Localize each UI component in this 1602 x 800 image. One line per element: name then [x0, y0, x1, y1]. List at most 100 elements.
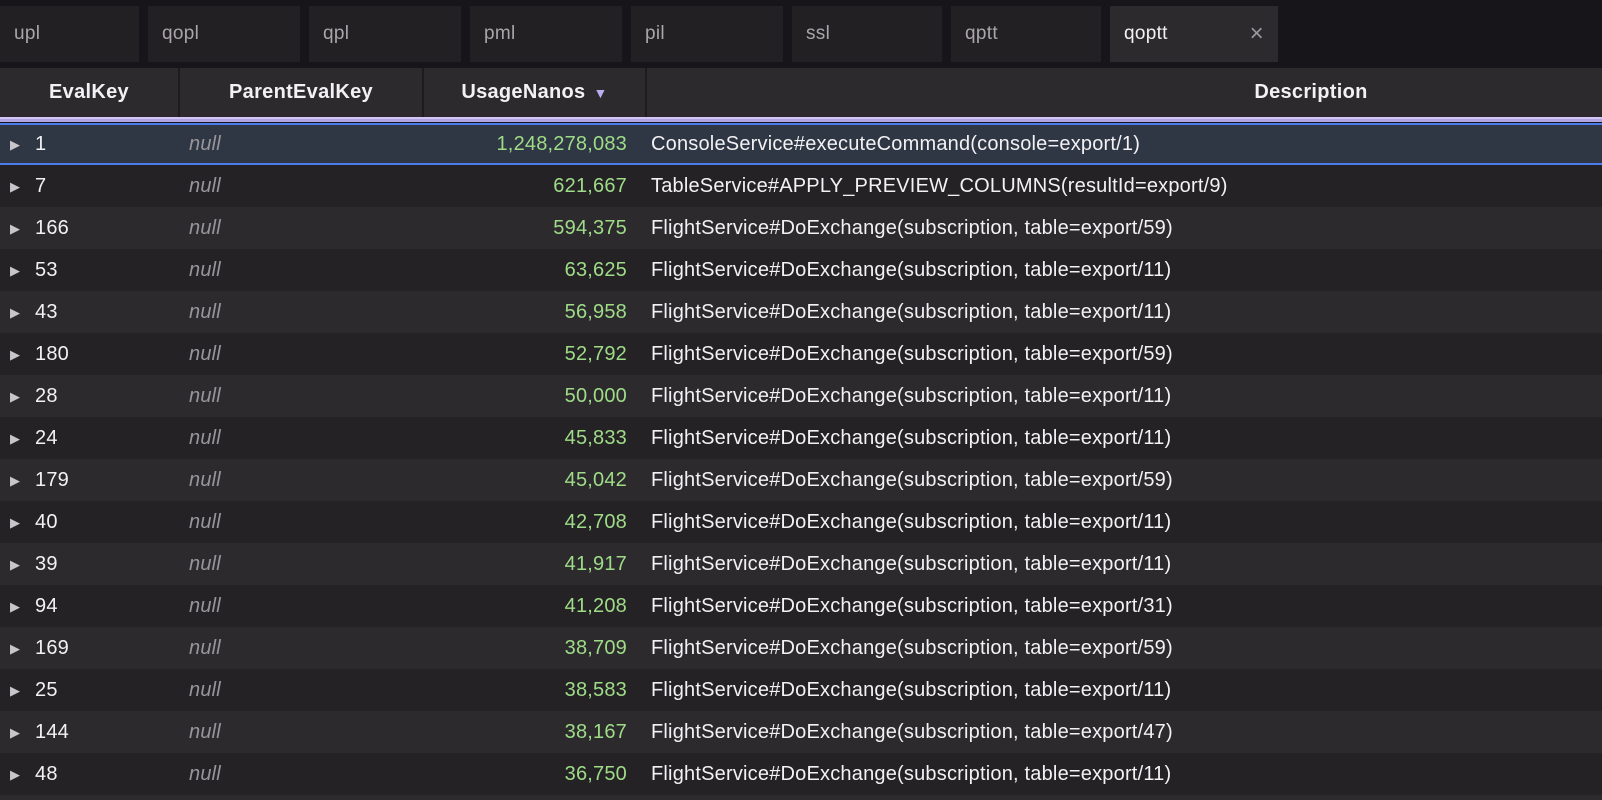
- row-expand-icon[interactable]: ▶: [10, 432, 25, 445]
- row-expand-icon[interactable]: ▶: [10, 306, 25, 319]
- description-cell: ConsoleService#executeCommand(console=ex…: [645, 133, 1602, 156]
- eval-key-cell: ▶ 48: [0, 763, 178, 786]
- table-row[interactable]: ▶94null41,208FlightService#DoExchange(su…: [0, 585, 1602, 627]
- usage-nanos-cell: 38,167: [422, 721, 645, 744]
- eval-key-cell: ▶7: [0, 175, 178, 198]
- eval-key-value: 94: [35, 595, 58, 618]
- usage-nanos-cell: 38,583: [422, 679, 645, 702]
- column-header-parentevalkey[interactable]: ParentEvalKey: [178, 68, 422, 117]
- eval-key-value: 39: [35, 553, 58, 576]
- row-expand-icon[interactable]: ▶: [10, 600, 25, 613]
- table-row[interactable]: ▶179null45,042FlightService#DoExchange(s…: [0, 459, 1602, 501]
- eval-key-cell: ▶24: [0, 427, 178, 450]
- description-cell: FlightService#DoExchange(subscription, t…: [645, 511, 1602, 534]
- eval-key-value: 1: [35, 133, 46, 156]
- row-expand-icon[interactable]: ▶: [10, 138, 25, 151]
- eval-key-cell: ▶25: [0, 679, 178, 702]
- tab-label: qptt: [965, 23, 998, 45]
- description-cell: FlightService#DoExchange(subscription, t…: [645, 385, 1602, 408]
- row-expand-icon[interactable]: ▶: [10, 768, 25, 781]
- eval-key-value: 28: [35, 385, 58, 408]
- table-row[interactable]: ▶144null38,167FlightService#DoExchange(s…: [0, 711, 1602, 753]
- parent-eval-key-cell: null: [178, 217, 422, 240]
- row-expand-icon[interactable]: ▶: [10, 642, 25, 655]
- tab-label: ssl: [806, 23, 830, 45]
- usage-nanos-cell: 621,667: [422, 175, 645, 198]
- eval-key-cell: ▶1: [0, 133, 178, 156]
- tab-label: pml: [484, 23, 516, 45]
- tab-qpl[interactable]: qpl: [309, 6, 461, 62]
- eval-key-cell: ▶166: [0, 217, 178, 240]
- tab-ssl[interactable]: ssl: [792, 6, 942, 62]
- row-expand-icon[interactable]: ▶: [10, 264, 25, 277]
- column-header-label: Description: [1254, 81, 1367, 104]
- table-row[interactable]: ▶25null38,583FlightService#DoExchange(su…: [0, 669, 1602, 711]
- description-cell: FlightService#DoExchange(subscription, t…: [645, 427, 1602, 450]
- table-row[interactable]: ▶39null41,917FlightService#DoExchange(su…: [0, 543, 1602, 585]
- usage-nanos-cell: 42,708: [422, 511, 645, 534]
- tab-label: upl: [14, 23, 40, 45]
- table-row[interactable]: ▶43null56,958FlightService#DoExchange(su…: [0, 291, 1602, 333]
- table-row[interactable]: ▶28null50,000FlightService#DoExchange(su…: [0, 375, 1602, 417]
- tab-qopl[interactable]: qopl: [148, 6, 300, 62]
- table-row[interactable]: ▶48null36,750FlightService#DoExchange(su…: [0, 753, 1602, 795]
- description-cell: FlightService#DoExchange(subscription, t…: [645, 637, 1602, 660]
- eval-key-value: 180: [35, 343, 69, 366]
- eval-key-cell: ▶ 144: [0, 721, 178, 744]
- description-cell: FlightService#DoExchange(subscription, t…: [645, 259, 1602, 282]
- eval-key-value: 53: [35, 259, 58, 282]
- usage-nanos-cell: 45,042: [422, 469, 645, 492]
- description-cell: FlightService#DoExchange(subscription, t…: [645, 469, 1602, 492]
- table-row[interactable]: ▶1null1,248,278,083ConsoleService#execut…: [0, 123, 1602, 165]
- table-row[interactable]: ▶180null52,792FlightService#DoExchange(s…: [0, 333, 1602, 375]
- row-expand-icon[interactable]: ▶: [10, 222, 25, 235]
- eval-key-cell: ▶ 39: [0, 553, 178, 576]
- column-header-evalkey[interactable]: EvalKey: [0, 68, 178, 117]
- tab-qoptt[interactable]: qoptt ×: [1110, 6, 1278, 62]
- description-cell: FlightService#DoExchange(subscription, t…: [645, 553, 1602, 576]
- tab-pil[interactable]: pil: [631, 6, 783, 62]
- column-header-description[interactable]: Description: [645, 68, 1602, 117]
- eval-key-cell: ▶179: [0, 469, 178, 492]
- table-row[interactable]: ▶7null621,667TableService#APPLY_PREVIEW_…: [0, 165, 1602, 207]
- eval-key-cell: ▶ 94: [0, 595, 178, 618]
- table-row[interactable]: ▶40null42,708FlightService#DoExchange(su…: [0, 501, 1602, 543]
- row-expand-icon[interactable]: ▶: [10, 180, 25, 193]
- description-cell: FlightService#DoExchange(subscription, t…: [645, 721, 1602, 744]
- usage-nanos-cell: 1,248,278,083: [422, 133, 645, 156]
- tab-qptt[interactable]: qptt: [951, 6, 1101, 62]
- tab-bar: upl qoplqpl pml pil ssl qptt qoptt ×: [0, 0, 1602, 68]
- eval-key-cell: ▶ 53: [0, 259, 178, 282]
- parent-eval-key-cell: null: [178, 133, 422, 156]
- tab-pml[interactable]: pml: [470, 6, 622, 62]
- parent-eval-key-cell: null: [178, 679, 422, 702]
- table-row[interactable]: ▶169null38,709FlightService#DoExchange(s…: [0, 627, 1602, 669]
- table-row[interactable]: ▶166null594,375FlightService#DoExchange(…: [0, 207, 1602, 249]
- description-cell: FlightService#DoExchange(subscription, t…: [645, 763, 1602, 786]
- row-expand-icon[interactable]: ▶: [10, 516, 25, 529]
- eval-key-value: 144: [35, 721, 69, 744]
- row-expand-icon[interactable]: ▶: [10, 390, 25, 403]
- eval-key-value: 169: [35, 637, 69, 660]
- eval-key-cell: ▶43: [0, 301, 178, 324]
- table-row[interactable]: ▶53null63,625FlightService#DoExchange(su…: [0, 249, 1602, 291]
- row-expand-icon[interactable]: ▶: [10, 726, 25, 739]
- parent-eval-key-cell: null: [178, 763, 422, 786]
- tab-upl[interactable]: upl: [0, 6, 139, 62]
- tab-label: qoptt: [1124, 23, 1168, 45]
- row-expand-icon[interactable]: ▶: [10, 348, 25, 361]
- column-header-usagenanos[interactable]: UsageNanos ▼: [422, 68, 645, 117]
- usage-nanos-cell: 52,792: [422, 343, 645, 366]
- row-expand-icon[interactable]: ▶: [10, 684, 25, 697]
- parent-eval-key-cell: null: [178, 175, 422, 198]
- column-header-label: EvalKey: [49, 81, 129, 104]
- row-expand-icon[interactable]: ▶: [10, 474, 25, 487]
- row-expand-icon[interactable]: ▶: [10, 558, 25, 571]
- eval-key-value: 48: [35, 763, 58, 786]
- table-row[interactable]: ▶24null45,833FlightService#DoExchange(su…: [0, 417, 1602, 459]
- eval-key-cell: ▶40: [0, 511, 178, 534]
- partial-row: [0, 795, 1602, 800]
- usage-nanos-cell: 63,625: [422, 259, 645, 282]
- tab-close-icon[interactable]: ×: [1250, 22, 1264, 46]
- description-cell: FlightService#DoExchange(subscription, t…: [645, 595, 1602, 618]
